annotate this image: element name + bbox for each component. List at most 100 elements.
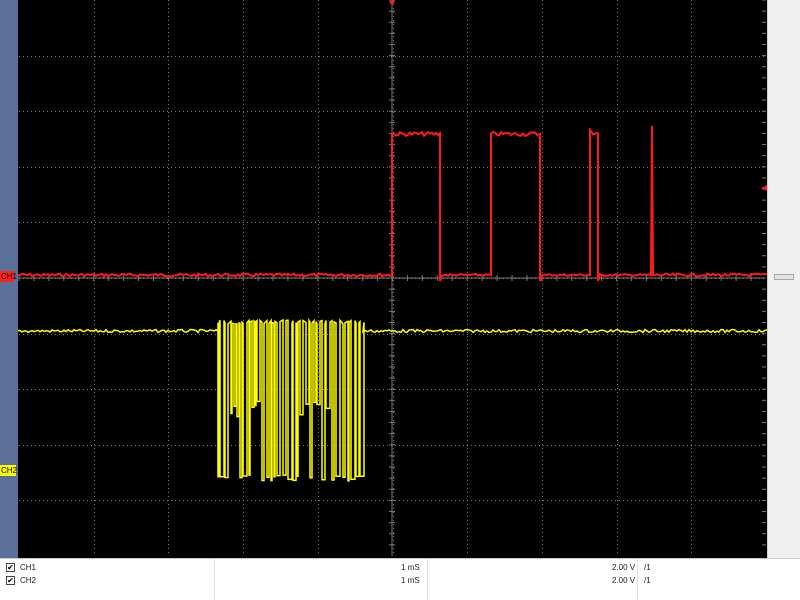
grid-dot: [318, 428, 319, 429]
grid-dot: [43, 445, 44, 446]
grid-dot: [451, 445, 452, 446]
grid-dot: [318, 416, 319, 417]
grid-dot: [617, 116, 618, 117]
grid-dot: [94, 136, 95, 137]
grid-dot: [168, 508, 169, 509]
grid-dot: [691, 324, 692, 325]
ch2-enable-checkbox[interactable]: ✔: [6, 576, 15, 585]
grid-dot: [647, 500, 648, 501]
grid-dot: [542, 68, 543, 69]
grid-dot: [51, 334, 52, 335]
trigger-position-icon[interactable]: [389, 1, 395, 6]
grid-dot: [467, 156, 468, 157]
ch1-ground-marker[interactable]: CH1: [0, 271, 17, 282]
grid-dot: [159, 334, 160, 335]
grid-dot: [355, 167, 356, 168]
grid-dot: [123, 500, 124, 501]
grid-dot: [691, 228, 692, 229]
grid-dot: [691, 4, 692, 5]
grid-dot: [393, 360, 394, 361]
grid-dot: [617, 548, 618, 549]
grid-dot: [543, 445, 544, 446]
grid-dot: [467, 72, 468, 73]
grid-dot: [94, 328, 95, 329]
grid-dot: [367, 56, 368, 57]
channel-row-ch2[interactable]: ✔ CH2 1 mS 2.00 V /1: [0, 574, 800, 587]
grid-dot: [542, 72, 543, 73]
grid-dot: [691, 148, 692, 149]
grid-dot: [617, 236, 618, 237]
grid-dot: [617, 440, 618, 441]
grid-dot: [435, 111, 436, 112]
grid-dot: [103, 111, 104, 112]
grid-dot: [393, 124, 394, 125]
grid-dot: [359, 56, 360, 57]
grid-dot: [727, 500, 728, 501]
grid-dot: [691, 384, 692, 385]
grid-dot: [243, 204, 244, 205]
grid-dot: [675, 111, 676, 112]
scope-display[interactable]: [18, 0, 767, 558]
grid-dot: [691, 20, 692, 21]
ch1-enable-checkbox[interactable]: ✔: [6, 563, 15, 572]
grid-dot: [691, 472, 692, 473]
grid-dot: [119, 222, 120, 223]
grid-dot: [155, 445, 156, 446]
grid-dot: [691, 84, 692, 85]
vertical-scrollbar[interactable]: [767, 0, 800, 558]
scrollbar-thumb[interactable]: [774, 274, 794, 280]
grid-dot: [94, 420, 95, 421]
grid-dot: [393, 136, 394, 137]
grid-dot: [318, 180, 319, 181]
grid-dot: [393, 468, 394, 469]
grid-dot: [363, 222, 364, 223]
grid-dot: [393, 384, 394, 385]
grid-dot: [707, 445, 708, 446]
grid-dot: [243, 212, 244, 213]
grid-dot: [675, 56, 676, 57]
grid-dot: [467, 334, 468, 335]
grid-dot: [703, 334, 704, 335]
grid-dot: [691, 48, 692, 49]
grid-dot: [467, 152, 468, 153]
grid-dot: [87, 222, 88, 223]
grid-dot: [231, 500, 232, 501]
grid-dot: [99, 389, 100, 390]
grid-dot: [318, 320, 319, 321]
grid-dot: [467, 380, 468, 381]
grid-dot: [303, 111, 304, 112]
grid-dot: [243, 111, 244, 112]
grid-dot: [542, 116, 543, 117]
grid-dot: [318, 40, 319, 41]
grid-dot: [291, 500, 292, 501]
grid-dot: [335, 500, 336, 501]
grid-dot: [267, 222, 268, 223]
grid-dot: [318, 304, 319, 305]
grid-dot: [543, 56, 544, 57]
channel-row-ch1[interactable]: ✔ CH1 1 mS 2.00 V /1: [0, 561, 800, 574]
grid-dot: [243, 172, 244, 173]
grid-dot: [617, 208, 618, 209]
grid-dot: [467, 252, 468, 253]
grid-dot: [168, 72, 169, 73]
grid-dot: [94, 48, 95, 49]
grid-dot: [168, 76, 169, 77]
grid-dot: [94, 312, 95, 313]
column-divider: [214, 558, 215, 600]
grid-dot: [168, 312, 169, 313]
grid-dot: [275, 56, 276, 57]
grid-dot: [318, 516, 319, 517]
grid-dot: [542, 392, 543, 393]
grid-dot: [542, 420, 543, 421]
grid-dot: [547, 167, 548, 168]
grid-dot: [455, 500, 456, 501]
grid-dot: [595, 500, 596, 501]
grid-dot: [542, 88, 543, 89]
grid-dot: [243, 516, 244, 517]
grid-dot: [563, 445, 564, 446]
ch2-ground-marker[interactable]: CH2: [0, 465, 17, 476]
grid-dot: [617, 364, 618, 365]
grid-dot: [467, 20, 468, 21]
grid-dot: [467, 304, 468, 305]
grid-dot: [727, 167, 728, 168]
